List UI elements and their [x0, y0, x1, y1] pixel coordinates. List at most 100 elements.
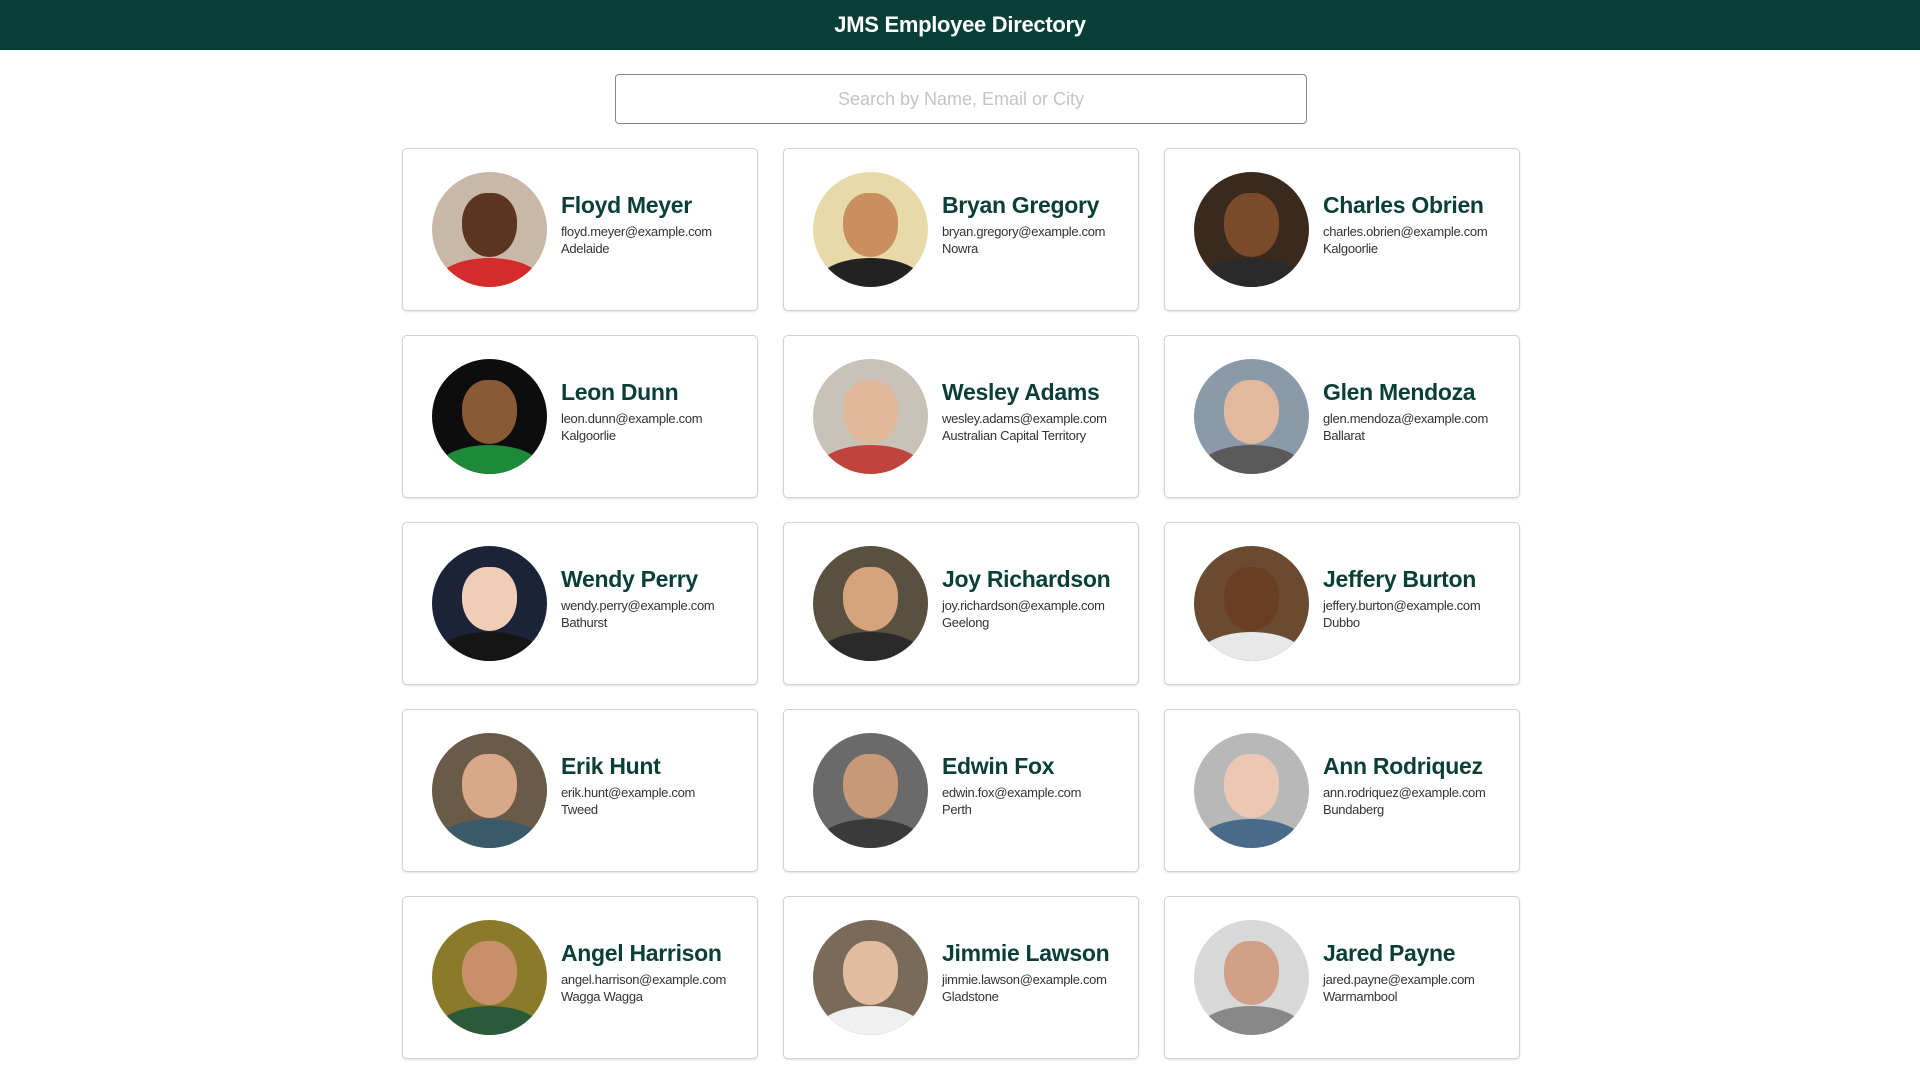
avatar-face [1223, 192, 1280, 258]
employee-city: Geelong [942, 615, 990, 630]
employee-info: Floyd Meyer floyd.meyer@example.com Adel… [561, 192, 712, 257]
employee-info: Wesley Adams wesley.adams@example.com Au… [942, 379, 1107, 444]
employee-card[interactable]: Wesley Adams wesley.adams@example.com Au… [783, 335, 1139, 498]
avatar [432, 546, 547, 661]
employee-email: edwin.fox@example.com [942, 785, 1082, 800]
employee-city: Gladstone [942, 989, 999, 1004]
avatar-body [818, 632, 923, 661]
page-title: JMS Employee Directory [834, 12, 1086, 37]
avatar-face [1223, 566, 1280, 632]
employee-city: Bathurst [561, 615, 608, 630]
employee-email: wesley.adams@example.com [942, 411, 1107, 426]
avatar [813, 359, 928, 474]
employee-info: Joy Richardson joy.richardson@example.co… [942, 566, 1111, 631]
avatar-body [1199, 445, 1304, 474]
employee-info: Jimmie Lawson jimmie.lawson@example.com … [942, 940, 1110, 1005]
employee-name: Ann Rodriquez [1323, 753, 1483, 779]
employee-card[interactable]: Leon Dunn leon.dunn@example.com Kalgoorl… [402, 335, 758, 498]
employee-info: Angel Harrison angel.harrison@example.co… [561, 940, 726, 1005]
employee-name: Joy Richardson [942, 566, 1111, 592]
employee-email: jimmie.lawson@example.com [942, 972, 1107, 987]
avatar-body [818, 1006, 923, 1035]
avatar-face [461, 753, 518, 819]
employee-email: jared.payne@example.com [1323, 972, 1475, 987]
avatar [1194, 546, 1309, 661]
employee-city: Kalgoorlie [1323, 241, 1378, 256]
avatar [432, 359, 547, 474]
avatar [813, 546, 928, 661]
employee-card[interactable]: Floyd Meyer floyd.meyer@example.com Adel… [402, 148, 758, 311]
avatar-body [437, 258, 542, 287]
avatar [1194, 172, 1309, 287]
employee-city: Dubbo [1323, 615, 1360, 630]
employee-city: Tweed [561, 802, 598, 817]
employee-info: Ann Rodriquez ann.rodriquez@example.com … [1323, 753, 1486, 818]
employee-city: Warrnambool [1323, 989, 1398, 1004]
employee-card[interactable]: Erik Hunt erik.hunt@example.com Tweed [402, 709, 758, 872]
employee-city: Kalgoorlie [561, 428, 616, 443]
avatar-face [842, 753, 899, 819]
app-header: JMS Employee Directory [0, 0, 1920, 50]
employee-email: angel.harrison@example.com [561, 972, 727, 987]
employee-email: erik.hunt@example.com [561, 785, 696, 800]
avatar [1194, 733, 1309, 848]
employee-card[interactable]: Jeffery Burton jeffery.burton@example.co… [1164, 522, 1520, 685]
employee-name: Jeffery Burton [1323, 566, 1476, 592]
employee-name: Leon Dunn [561, 379, 679, 405]
employee-city: Adelaide [561, 241, 610, 256]
avatar-face [1223, 753, 1280, 819]
employee-info: Jeffery Burton jeffery.burton@example.co… [1323, 566, 1481, 631]
employee-card[interactable]: Jimmie Lawson jimmie.lawson@example.com … [783, 896, 1139, 1059]
avatar-body [818, 258, 923, 287]
avatar-face [842, 566, 899, 632]
employee-email: bryan.gregory@example.com [942, 224, 1106, 239]
employee-city: Bundaberg [1323, 802, 1384, 817]
employee-card[interactable]: Glen Mendoza glen.mendoza@example.com Ba… [1164, 335, 1520, 498]
employee-info: Jared Payne jared.payne@example.com Warr… [1323, 940, 1475, 1005]
employee-email: glen.mendoza@example.com [1323, 411, 1488, 426]
employee-card[interactable]: Wendy Perry wendy.perry@example.com Bath… [402, 522, 758, 685]
employee-city: Nowra [942, 241, 979, 256]
employee-name: Erik Hunt [561, 753, 661, 779]
avatar-face [461, 379, 518, 445]
avatar [432, 172, 547, 287]
employee-email: floyd.meyer@example.com [561, 224, 712, 239]
avatar-face [842, 379, 899, 445]
avatar-body [1199, 819, 1304, 848]
employee-name: Jimmie Lawson [942, 940, 1110, 966]
employee-info: Erik Hunt erik.hunt@example.com Tweed [561, 753, 695, 818]
search-input[interactable] [615, 74, 1307, 124]
avatar-body [437, 1006, 542, 1035]
employee-email: jeffery.burton@example.com [1323, 598, 1481, 613]
avatar [813, 920, 928, 1035]
employee-name: Glen Mendoza [1323, 379, 1476, 405]
avatar-face [1223, 940, 1280, 1006]
employee-card[interactable]: Angel Harrison angel.harrison@example.co… [402, 896, 758, 1059]
search-container [615, 74, 1307, 124]
employee-info: Edwin Fox edwin.fox@example.com Perth [942, 753, 1081, 818]
avatar-face [461, 566, 518, 632]
employee-city: Australian Capital Territory [942, 428, 1086, 443]
avatar-body [1199, 632, 1304, 661]
employee-name: Wendy Perry [561, 566, 698, 592]
employee-grid: Floyd Meyer floyd.meyer@example.com Adel… [402, 148, 1520, 1059]
employee-card[interactable]: Charles Obrien charles.obrien@example.co… [1164, 148, 1520, 311]
avatar [1194, 920, 1309, 1035]
employee-card[interactable]: Bryan Gregory bryan.gregory@example.com … [783, 148, 1139, 311]
employee-info: Wendy Perry wendy.perry@example.com Bath… [561, 566, 715, 631]
avatar-face [842, 940, 899, 1006]
employee-name: Floyd Meyer [561, 192, 692, 218]
employee-email: wendy.perry@example.com [561, 598, 715, 613]
avatar-body [818, 819, 923, 848]
employee-card[interactable]: Edwin Fox edwin.fox@example.com Perth [783, 709, 1139, 872]
employee-name: Angel Harrison [561, 940, 722, 966]
employee-name: Charles Obrien [1323, 192, 1484, 218]
employee-city: Ballarat [1323, 428, 1365, 443]
employee-card[interactable]: Joy Richardson joy.richardson@example.co… [783, 522, 1139, 685]
employee-name: Wesley Adams [942, 379, 1100, 405]
avatar-face [842, 192, 899, 258]
employee-name: Bryan Gregory [942, 192, 1100, 218]
employee-card[interactable]: Ann Rodriquez ann.rodriquez@example.com … [1164, 709, 1520, 872]
employee-card[interactable]: Jared Payne jared.payne@example.com Warr… [1164, 896, 1520, 1059]
avatar-face [1223, 379, 1280, 445]
